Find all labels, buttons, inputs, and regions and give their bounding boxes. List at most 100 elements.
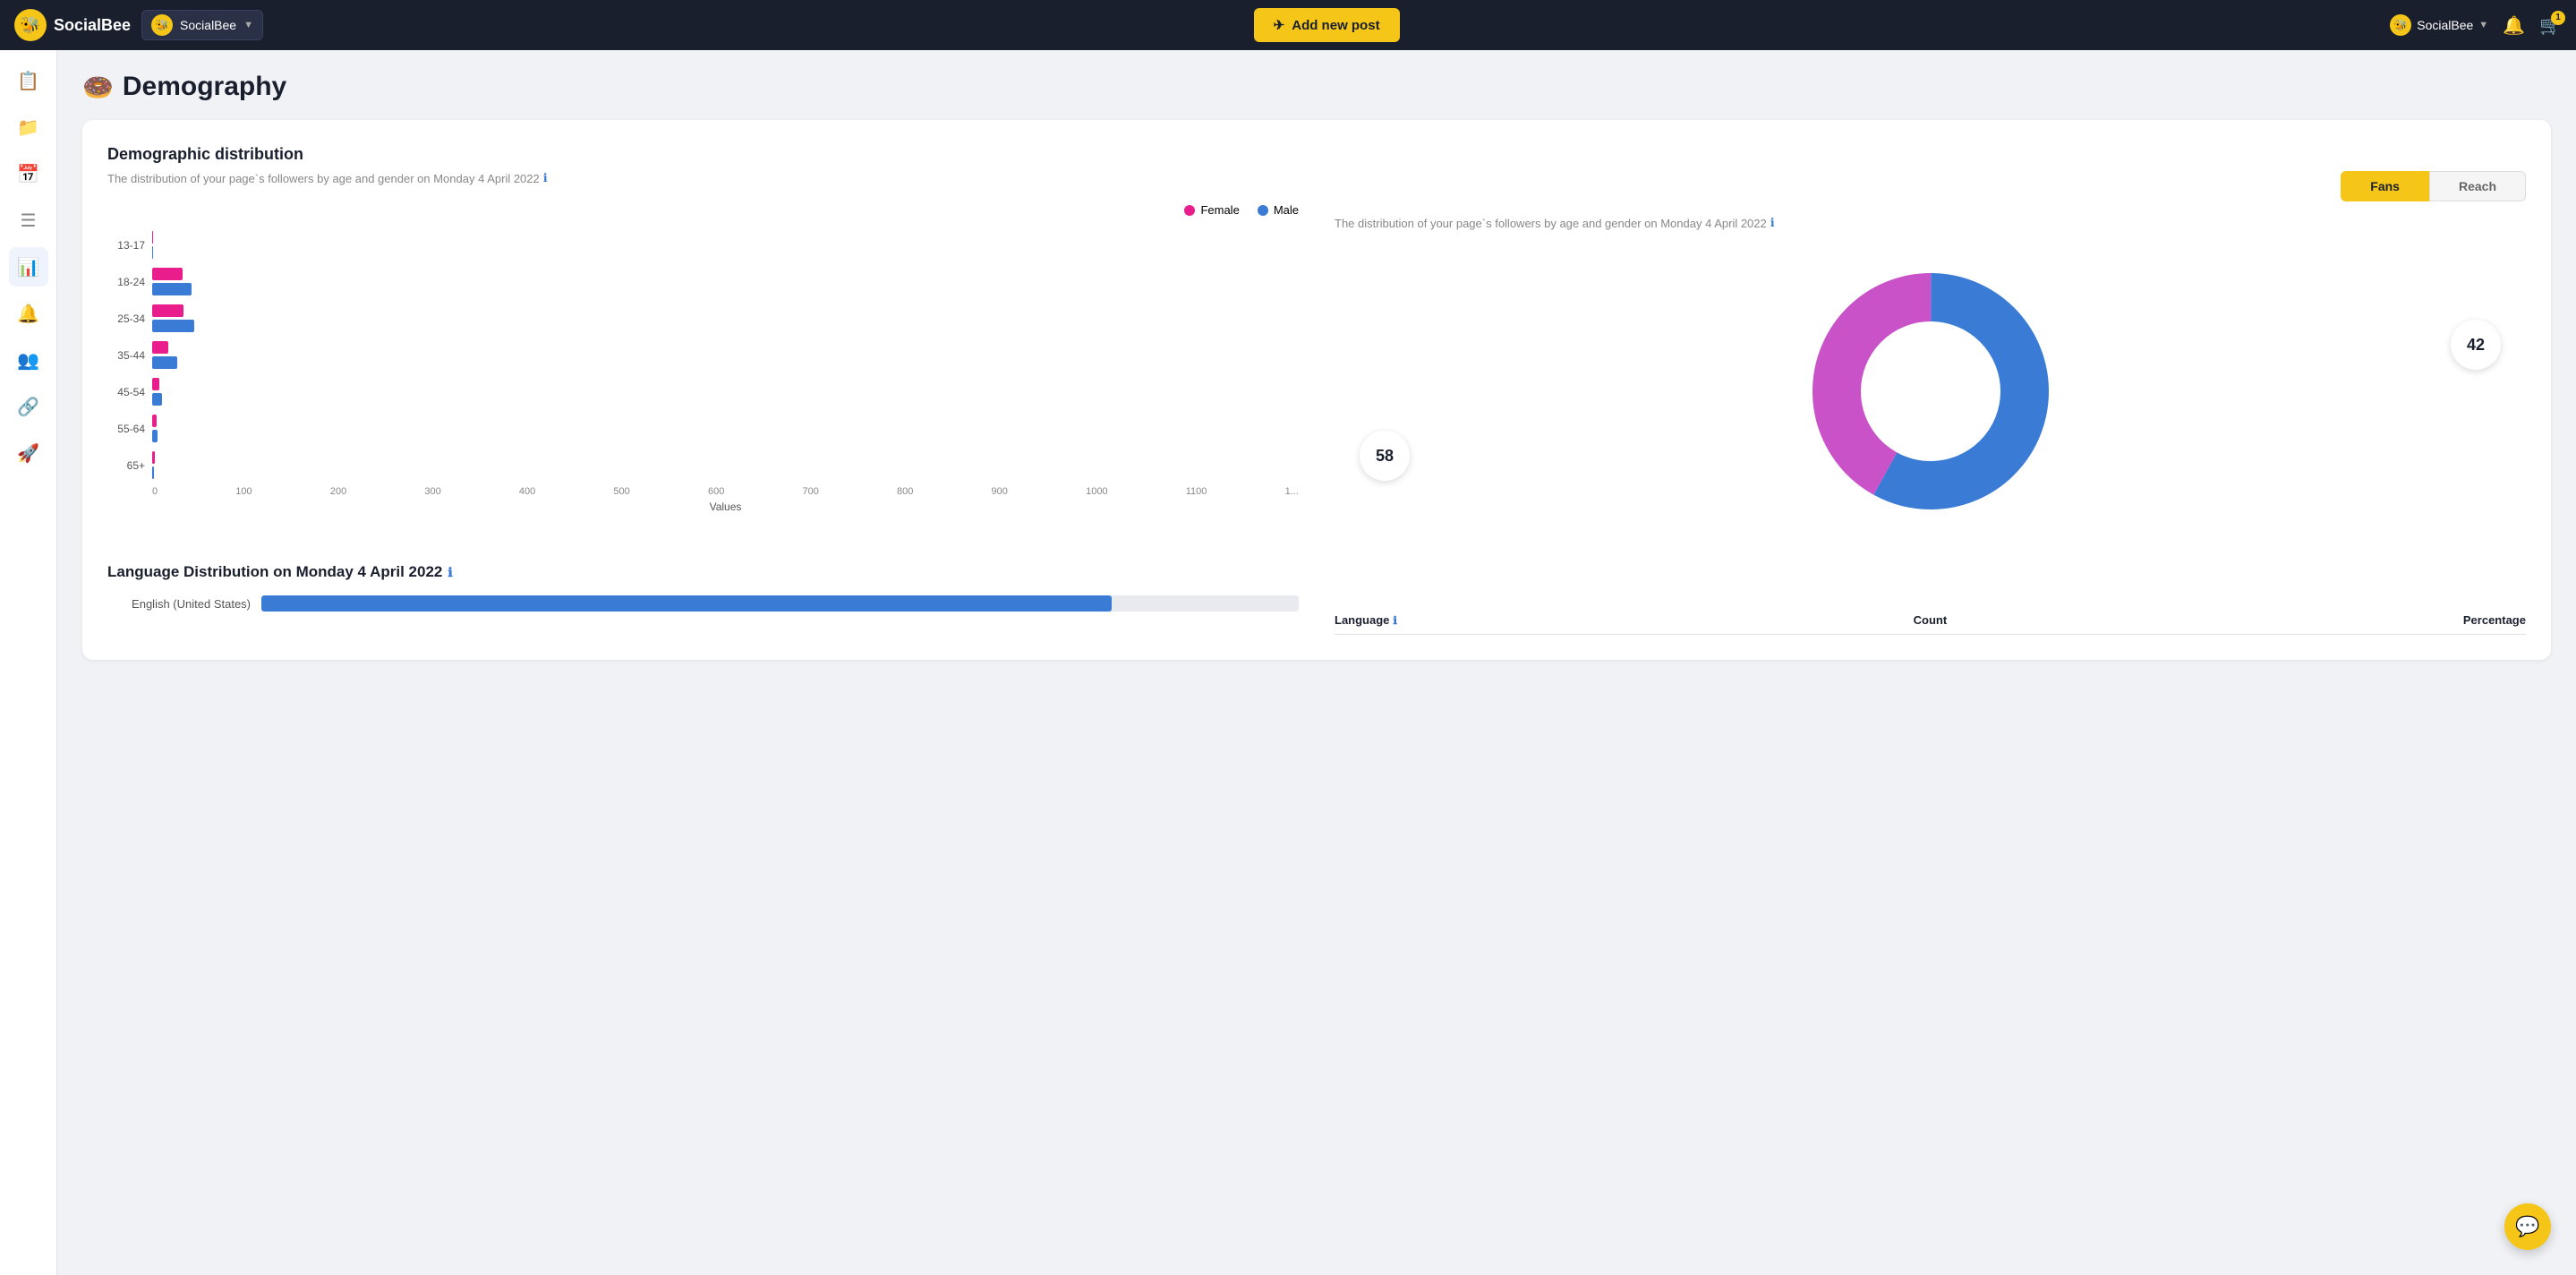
sidebar-item-users[interactable]: 👥 [9,340,48,380]
x-axis-tick: 700 [802,486,818,497]
language-bottom-grid: English (United States) Language ℹ [107,595,2526,635]
bar-age-label: 25-34 [107,312,145,325]
x-axis-tick: 100 [235,486,252,497]
sidebar-item-folder[interactable]: 📁 [9,107,48,147]
x-axis-tick: 800 [897,486,913,497]
lang-bar-label: English (United States) [107,597,251,611]
female-bar [152,304,183,317]
male-legend-label: Male [1274,203,1299,217]
topnav-right: 🐝 SocialBee ▼ 🔔 🛒 1 [2390,14,2562,37]
fans-tab[interactable]: Fans [2341,171,2429,201]
bars-group [152,268,1299,295]
bars-group [152,378,1299,406]
bars-group [152,231,1299,259]
chevron-down-icon: ▼ [243,20,253,30]
donut-subtitle: The distribution of your page`s follower… [1335,216,2526,230]
col-language: Language ℹ [1335,613,1397,627]
language-distribution-section: Language Distribution on Monday 4 April … [107,563,2526,635]
bar-chart-row: 55-64 [107,415,1299,442]
x-axis-tick: 1000 [1086,486,1107,497]
add-new-post-button[interactable]: ✈ Add new post [1254,8,1400,42]
user-bee-icon: 🐝 [2390,14,2411,36]
account-bee-icon: 🐝 [151,14,173,36]
x-axis-title: Values [107,501,1299,513]
bar-age-label: 35-44 [107,349,145,362]
sidebar-item-list[interactable]: ☰ [9,201,48,240]
x-axis-tick: 200 [330,486,346,497]
lang-bar-fill [261,595,1112,612]
female-bar [152,341,168,354]
language-section-title: Language Distribution on Monday 4 April … [107,563,2526,581]
language-title-text: Language Distribution on Monday 4 April … [107,563,442,581]
bars-group [152,341,1299,369]
bars-group [152,451,1299,479]
donut-info-icon: ℹ [1770,216,1775,230]
demo-top-grid: The distribution of your page`s follower… [107,171,2526,535]
male-bar [152,393,162,406]
user-chevron-icon: ▼ [2478,20,2488,30]
logo-bee-icon: 🐝 [14,9,47,41]
donut-label-female: 42 [2451,320,2501,370]
x-axis-tick: 400 [519,486,535,497]
donut-svg [1796,257,2065,526]
bar-chart-row: 25-34 [107,304,1299,332]
legend-male: Male [1258,203,1299,217]
bar-age-label: 45-54 [107,386,145,398]
x-axis-tick: 900 [992,486,1008,497]
cart-button[interactable]: 🛒 1 [2539,14,2562,37]
language-table: Language ℹ Count Percentage [1335,613,2526,635]
account-switcher[interactable]: 🐝 SocialBee ▼ [141,10,263,40]
user-menu[interactable]: 🐝 SocialBee ▼ [2390,14,2488,36]
male-bar [152,356,177,369]
bar-chart-row: 18-24 [107,268,1299,295]
male-legend-dot [1258,205,1268,216]
notifications-button[interactable]: 🔔 [2503,14,2525,37]
main-layout: 📋 📁 📅 ☰ 📊 🔔 👥 🔗 🚀 🍩 Demography Demograph… [0,50,2576,1275]
sidebar-item-clipboard[interactable]: 📋 [9,61,48,100]
x-axis-tick: 500 [613,486,629,497]
cart-badge: 1 [2551,11,2565,25]
bar-chart-row: 45-54 [107,378,1299,406]
male-bar [152,283,192,295]
bar-legend: Female Male [107,203,1299,217]
bar-chart: 13-17 18-24 25-34 35-44 45-54 55-64 [107,231,1299,479]
language-bar-chart: English (United States) [107,595,1299,635]
logo[interactable]: 🐝 SocialBee [14,9,131,41]
page-title: Demography [123,72,286,102]
language-info-icon: ℹ [448,565,452,580]
male-bar [152,430,158,442]
bar-age-label: 18-24 [107,276,145,288]
sidebar-item-link[interactable]: 🔗 [9,387,48,426]
chat-fab-button[interactable]: 💬 [2504,1203,2551,1250]
send-icon: ✈ [1274,17,1285,33]
sidebar-item-rocket[interactable]: 🚀 [9,433,48,473]
reach-tab[interactable]: Reach [2429,171,2526,201]
x-axis-tick: 600 [708,486,724,497]
x-axis-tick: 1... [1285,486,1299,497]
x-axis-tick: 0 [152,486,158,497]
female-bar [152,268,183,280]
bars-group [152,304,1299,332]
bar-age-label: 55-64 [107,423,145,435]
x-axis: 0100200300400500600700800900100011001... [107,486,1299,497]
donut-chart-area: Fans Reach The distribution of your page… [1335,171,2526,535]
card-title: Demographic distribution [107,145,2526,164]
topnav-center: ✈ Add new post [274,8,2379,42]
add-post-label: Add new post [1292,18,1379,33]
lang-bar-track [261,595,1299,612]
sidebar-item-calendar[interactable]: 📅 [9,154,48,193]
sidebar-item-bell[interactable]: 🔔 [9,294,48,333]
page-header: 🍩 Demography [82,72,2551,102]
male-bar [152,320,194,332]
sidebar-item-analytics[interactable]: 📊 [9,247,48,287]
info-icon: ℹ [543,171,548,185]
x-axis-tick: 300 [424,486,440,497]
male-bar [152,466,154,479]
user-label: SocialBee [2417,18,2473,32]
legend-female: Female [1184,203,1239,217]
bar-chart-subtitle: The distribution of your page`s follower… [107,171,1299,185]
female-legend-label: Female [1200,203,1239,217]
top-nav: 🐝 SocialBee 🐝 SocialBee ▼ ✈ Add new post… [0,0,2576,50]
donut-label-male: 58 [1360,431,1410,481]
bar-age-label: 13-17 [107,239,145,252]
